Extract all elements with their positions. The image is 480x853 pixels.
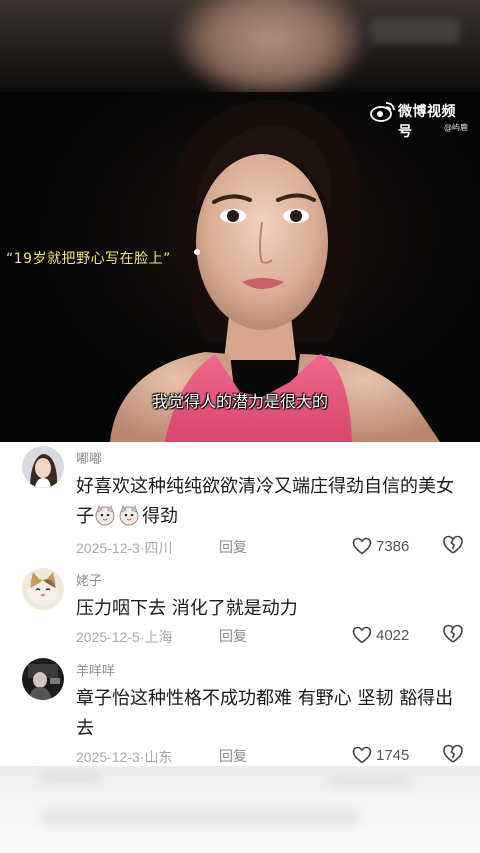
comment-username[interactable]: 嘟嘟 xyxy=(76,448,102,467)
blurred-top-strip xyxy=(0,0,480,92)
blurred-content xyxy=(330,776,410,786)
heart-icon xyxy=(352,626,372,644)
comment-text-line: 好喜欢这种纯纯欲欲清冷又端庄得劲自信的美女 xyxy=(76,476,454,497)
comment-username[interactable]: 羊咩咩 xyxy=(76,660,115,679)
comment-text-line: 子 得劲 xyxy=(76,502,466,532)
blurred-content xyxy=(40,772,100,782)
comment-meta: 2025-12-3·山东 xyxy=(76,747,173,767)
cat-face-emoji-icon xyxy=(95,505,115,526)
comment-item: 羊咩咩 章子怡这种性格不成功都难 有野心 坚韧 豁得出 去 2025-12-3·… xyxy=(0,654,480,766)
comment-location: 上海 xyxy=(144,629,173,645)
like-button[interactable]: 1745 xyxy=(352,744,409,766)
comment-date: 2025-12-5 xyxy=(76,629,140,645)
video-player[interactable]: 微博视频号 @屿鹿 “19岁就把野心写在脸上” 我觉得人的潜力是很大的 xyxy=(0,92,480,442)
broken-heart-icon xyxy=(443,535,463,554)
comment-item: 姥子 压力咽下去 消化了就是动力 2025-12-5·上海 回复 4022 xyxy=(0,564,480,654)
blurred-content xyxy=(40,810,360,824)
watermark-title: 微博视频号 xyxy=(398,104,456,140)
comment-item: 嘟嘟 好喜欢这种纯纯欲欲清冷又端庄得劲自信的美女 子 得劲 2025-12-3·四… xyxy=(0,442,480,564)
heart-icon xyxy=(352,746,372,764)
comment-text-fragment: 子 xyxy=(76,506,94,527)
comment-text-fragment: 得劲 xyxy=(142,506,178,527)
comment-text: 压力咽下去 消化了就是动力 xyxy=(76,594,466,624)
avatar[interactable] xyxy=(22,658,64,700)
comment-text: 好喜欢这种纯纯欲欲清冷又端庄得劲自信的美女 子 得劲 xyxy=(76,472,466,532)
comment-text: 章子怡这种性格不成功都难 有野心 坚韧 豁得出 去 xyxy=(76,684,466,744)
avatar-cat-icon xyxy=(22,568,64,610)
like-button[interactable]: 7386 xyxy=(352,535,409,557)
comment-text-line: 去 xyxy=(76,718,94,739)
avatar-girl-icon xyxy=(22,446,64,488)
comment-text-line: 压力咽下去 消化了就是动力 xyxy=(76,598,298,619)
video-quote-caption: “19岁就把野心写在脸上” xyxy=(6,251,171,267)
blurred-face-background xyxy=(175,0,365,92)
avatar[interactable] xyxy=(22,446,64,488)
comment-location: 山东 xyxy=(144,749,173,765)
blurred-bottom-strip xyxy=(0,766,480,853)
like-button[interactable]: 4022 xyxy=(352,624,409,646)
like-count: 7386 xyxy=(376,537,410,555)
cat-face-emoji-icon xyxy=(119,505,139,526)
watermark-username: @屿鹿 xyxy=(444,123,468,132)
dislike-button[interactable] xyxy=(442,744,464,766)
dislike-button[interactable] xyxy=(442,624,464,646)
comment-location: 四川 xyxy=(144,540,173,556)
blurred-watermark-background xyxy=(370,20,460,44)
reply-button[interactable]: 回复 xyxy=(219,746,247,766)
comment-text-line: 章子怡这种性格不成功都难 有野心 坚韧 豁得出 xyxy=(76,688,454,709)
comment-list: 嘟嘟 好喜欢这种纯纯欲欲清冷又端庄得劲自信的美女 子 得劲 2025-12-3·四… xyxy=(0,442,480,766)
video-subtitle: 我觉得人的潜力是很大的 xyxy=(151,392,328,411)
weibo-logo-icon xyxy=(370,102,395,122)
reply-button[interactable]: 回复 xyxy=(219,537,247,557)
comment-meta: 2025-12-3·四川 xyxy=(76,538,173,558)
weibo-video-watermark: 微博视频号 @屿鹿 xyxy=(370,100,470,140)
comment-date: 2025-12-3 xyxy=(76,749,140,765)
like-count: 4022 xyxy=(376,626,410,644)
comment-date: 2025-12-3 xyxy=(76,540,140,556)
comment-meta: 2025-12-5·上海 xyxy=(76,627,173,647)
heart-icon xyxy=(352,537,372,555)
comment-username[interactable]: 姥子 xyxy=(76,570,102,589)
like-count: 1745 xyxy=(376,746,410,764)
reply-button[interactable]: 回复 xyxy=(219,626,247,646)
broken-heart-icon xyxy=(443,744,463,763)
avatar-person-icon xyxy=(22,658,64,700)
broken-heart-icon xyxy=(443,624,463,643)
dislike-button[interactable] xyxy=(442,535,464,557)
avatar[interactable] xyxy=(22,568,64,610)
